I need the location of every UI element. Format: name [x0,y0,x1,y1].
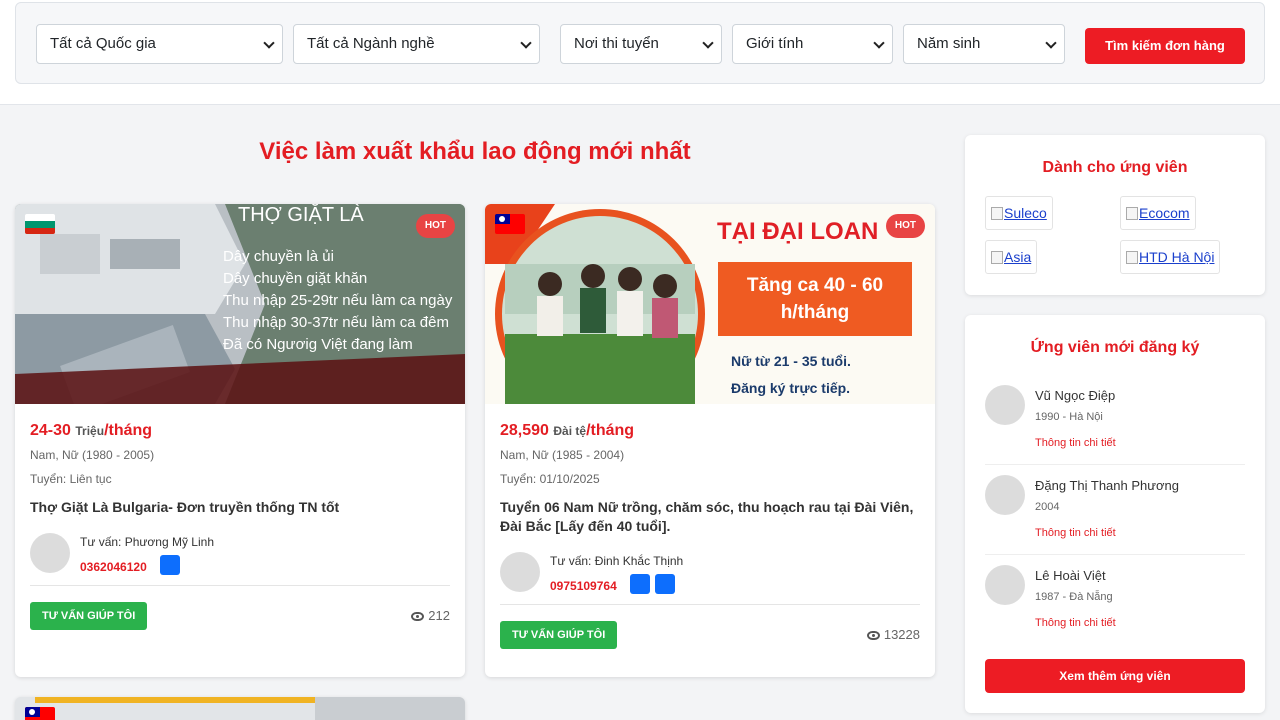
taiwan-flag-icon [495,214,525,234]
banner-heading: TẠI ĐẠI LOAN [717,218,879,245]
candidate-item: Vũ Ngọc Điệp 1990 - Hà Nội Thông tin chi… [985,385,1245,475]
search-jobs-button[interactable]: Tìm kiếm đơn hàng [1085,28,1245,64]
banner-points: Dây chuyền là ủi Dây chuyền giặt khăn Th… [223,248,453,353]
divider [985,464,1245,465]
job-card[interactable]: TẠI ĐẠI LOAN Tăng ca 40 - 60 h/tháng Nữ … [485,204,935,677]
advisor-name: Tư vấn: Đinh Khắc Thịnh [550,554,684,568]
job-banner-image[interactable]: THỢ GIẶT LÀ Dây chuyền là ủi Dây chuyền … [15,204,465,404]
view-count: 13228 [866,627,920,642]
advisor-name: Tư vấn: Phương Mỹ Linh [80,535,214,549]
partner-link-asia[interactable]: Asia [985,240,1038,274]
search-form: Tất cả Quốc gia Tất cả Ngành nghề Nơi th… [15,2,1265,84]
view-count: 212 [411,608,450,623]
partner-link-htd[interactable]: HTD Hà Nội [1120,240,1221,274]
gender-select[interactable]: Giới tính [732,24,893,64]
job-banner-image[interactable]: TẠI ĐẠI LOAN Tăng ca 40 - 60 h/tháng Nữ … [485,204,935,404]
chevron-down-icon [702,37,714,49]
advisor-block: Tư vấn: Đinh Khắc Thịnh 0975109764 [500,546,920,594]
candidate-partners-panel: Dành cho ứng viên Suleco Ecocom Asia HTD… [965,135,1265,295]
chevron-down-icon [520,37,532,49]
advisor-avatar [500,552,540,592]
chevron-down-icon [1045,37,1057,49]
job-banner-image[interactable] [15,697,465,720]
broken-image-icon [991,207,1003,220]
partner-link-ecocom[interactable]: Ecocom [1120,196,1196,230]
salary: 28,590 Đài tệ/tháng [500,422,635,439]
section-title: Việc làm xuất khẩu lao động mới nhất [259,138,691,165]
more-candidates-button[interactable]: Xem thêm ứng viên [985,659,1245,693]
candidate-detail-link[interactable]: Thông tin chi tiết [1035,617,1116,629]
chat-icon[interactable] [160,555,180,575]
eye-icon [866,631,880,640]
candidate-item: Lê Hoài Việt 1987 - Đà Nẵng Thông tin ch… [985,565,1245,655]
broken-image-icon [991,251,1003,264]
country-select[interactable]: Tất cả Quốc gia [36,24,283,64]
advisor-phone[interactable]: 0975109764 [550,579,617,593]
chat-icon[interactable] [630,574,650,594]
candidate-info: 2004 [1035,501,1060,513]
advisor-block: Tư vấn: Phương Mỹ Linh 0362046120 [30,527,450,575]
chat-icon[interactable] [655,574,675,594]
job-title-link[interactable]: Tuyển 06 Nam Nữ trồng, chăm sóc, thu hoạ… [500,498,920,536]
chevron-down-icon [873,37,885,49]
job-card[interactable]: THỢ GIẶT LÀ Dây chuyền là ủi Dây chuyền … [15,204,465,677]
industry-select[interactable]: Tất cả Ngành nghề [293,24,540,64]
eye-icon [411,612,425,621]
search-bar-section: Tất cả Quốc gia Tất cả Ngành nghề Nơi th… [0,0,1280,105]
new-candidates-panel: Ứng viên mới đăng ký Vũ Ngọc Điệp 1990 -… [965,315,1265,713]
job-title-link[interactable]: Thợ Giặt Là Bulgaria- Đơn truyền thống T… [30,498,450,517]
banner-overtime-box: Tăng ca 40 - 60 h/tháng [746,275,884,323]
salary: 24-30 Triệu/tháng [30,422,153,439]
candidate-name: Đặng Thị Thanh Phương [1035,478,1179,493]
location-select[interactable]: Nơi thi tuyển [560,24,722,64]
job-card[interactable] [15,697,465,720]
candidate-avatar [985,475,1025,515]
candidate-avatar [985,565,1025,605]
job-demographics: Nam, Nữ (1985 - 2004) [500,448,625,462]
broken-image-icon [1126,251,1138,264]
candidate-avatar [985,385,1025,425]
candidate-name: Vũ Ngọc Điệp [1035,388,1116,403]
candidate-name: Lê Hoài Việt [1035,568,1106,583]
birth-year-select[interactable]: Năm sinh [903,24,1065,64]
hot-badge: HOT [415,214,455,238]
partner-link-suleco[interactable]: Suleco [985,196,1053,230]
candidate-item: Đặng Thị Thanh Phương 2004 Thông tin chi… [985,475,1245,565]
advise-me-button[interactable]: TƯ VẤN GIÚP TÔI [30,602,148,630]
advisor-avatar [30,533,70,573]
divider [985,554,1245,555]
banner-graphic [15,697,465,720]
broken-image-icon [1126,207,1138,220]
panel-title: Dành cho ứng viên [1042,159,1188,176]
taiwan-flag-icon [25,707,55,720]
hot-badge: HOT [885,214,925,238]
candidate-detail-link[interactable]: Thông tin chi tiết [1035,527,1116,539]
candidate-info: 1990 - Hà Nội [1035,411,1103,423]
candidate-info: 1987 - Đà Nẵng [1035,591,1113,603]
advisor-phone[interactable]: 0362046120 [80,560,147,574]
candidate-detail-link[interactable]: Thông tin chi tiết [1035,437,1116,449]
banner-points: Nữ từ 21 - 35 tuổi. Đăng ký trực tiếp. [731,353,851,396]
banner-heading: THỢ GIẶT LÀ [238,204,364,226]
advise-me-button[interactable]: TƯ VẤN GIÚP TÔI [500,621,618,649]
bulgaria-flag-icon [25,214,55,234]
job-recruit-date: Tuyển: Liên tục [30,472,112,486]
chevron-down-icon [263,37,275,49]
job-recruit-date: Tuyển: 01/10/2025 [500,472,600,486]
panel-title: Ứng viên mới đăng ký [1030,339,1200,356]
job-demographics: Nam, Nữ (1980 - 2005) [30,448,155,462]
